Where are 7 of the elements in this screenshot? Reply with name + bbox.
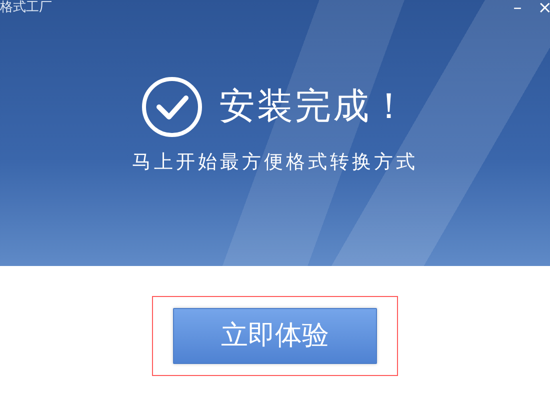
start-button[interactable]: 立即体验	[173, 308, 377, 364]
window-title: 格式工厂	[0, 0, 52, 16]
subheading: 马上开始最方便格式转换方式	[132, 151, 418, 173]
heading: 安装完成！	[219, 85, 409, 129]
checkmark-icon	[141, 76, 203, 138]
minimize-button[interactable]: –	[509, 0, 526, 16]
close-button[interactable]: ×	[534, 0, 550, 16]
